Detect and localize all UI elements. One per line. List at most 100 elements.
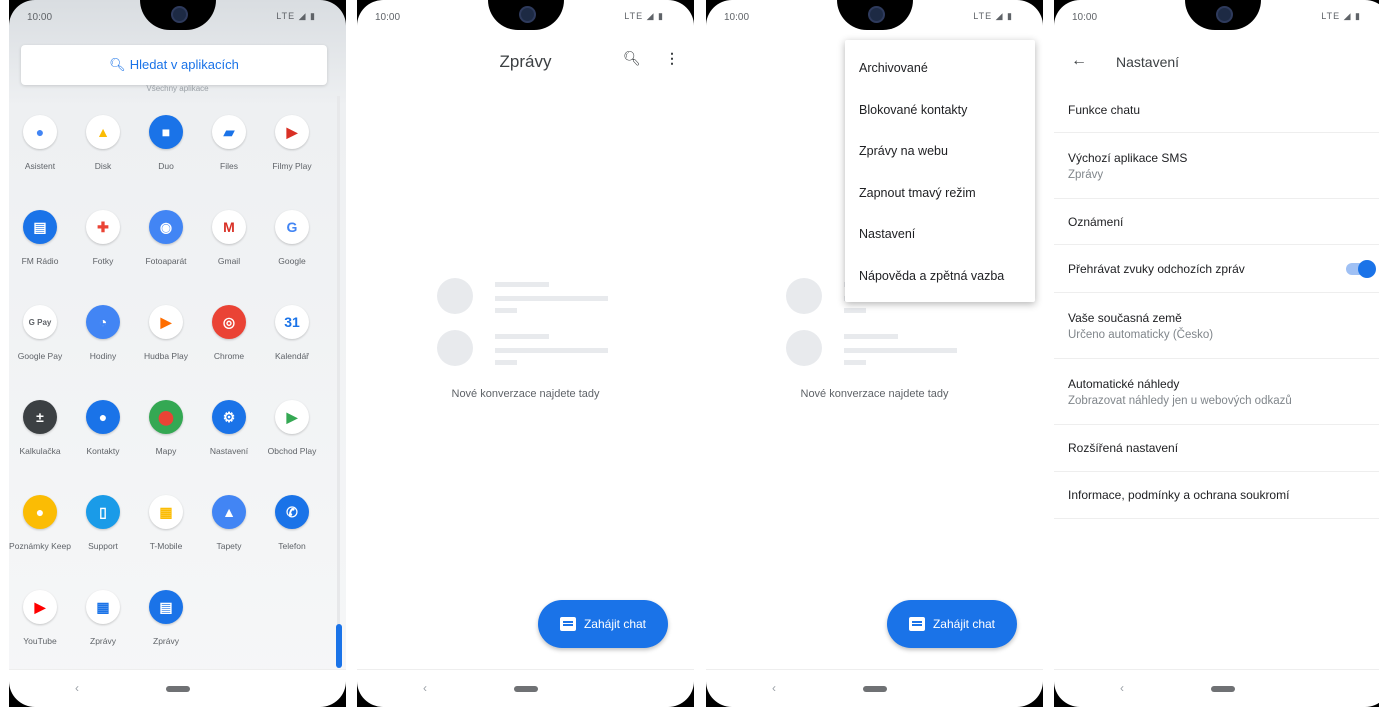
support-icon: ▯ [86, 495, 120, 529]
settings-row[interactable]: Přehrávat zvuky odchozích zpráv [1054, 245, 1379, 293]
all-apps-label: Všechny aplikace [146, 84, 209, 93]
app-keep[interactable]: ● Poznámky Keep [9, 495, 71, 552]
app-label: FM Rádio [21, 256, 59, 266]
app-search-bar[interactable]: 🔍︎ Hledat v aplikacích [21, 45, 327, 85]
app-google-pay[interactable]: G Pay Google Pay [9, 305, 71, 362]
home-pill[interactable] [1210, 686, 1235, 692]
app-messages-sim[interactable]: ▦ Zprávy [72, 590, 134, 647]
menu-item-messages-web[interactable]: Zprávy na webu [845, 131, 1035, 173]
settings-row[interactable]: Rozšířená nastavení [1054, 425, 1379, 472]
app-search-label: Hledat v aplikacích [129, 57, 239, 72]
empty-state-illustration [437, 278, 637, 368]
outgoing-sounds-toggle[interactable] [1346, 259, 1376, 278]
chat-icon [908, 617, 925, 631]
app-label: Telefon [278, 541, 306, 551]
app-settings[interactable]: ⚙ Nastavení [198, 400, 260, 457]
chrome-icon: ◎ [212, 305, 246, 339]
page-title: Zprávy [499, 52, 552, 71]
app-label: Nastavení [209, 446, 249, 456]
settings-row[interactable]: Informace, podmínky a ochrana soukromí [1054, 472, 1379, 519]
app-youtube[interactable]: ▶ YouTube [9, 590, 71, 647]
search-icon: 🔍︎ [109, 57, 126, 72]
app-contacts[interactable]: ● Kontakty [72, 400, 134, 457]
status-time: 10:00 [1072, 12, 1098, 23]
app-maps[interactable]: ⬤ Mapy [135, 400, 197, 457]
back-icon[interactable]: ‹ [423, 681, 427, 695]
settings-row[interactable]: Funkce chatu [1054, 88, 1379, 133]
menu-item-help-feedback[interactable]: Nápověda a zpětná vazba [845, 256, 1035, 298]
settings-row-title: Vaše současná země [1068, 310, 1182, 325]
app-fm-radio[interactable]: ▤ FM Rádio [9, 210, 71, 267]
app-phone[interactable]: ✆ Telefon [261, 495, 323, 552]
app-calendar[interactable]: 31 Kalendář [261, 305, 323, 362]
app-wallpapers[interactable]: ▲ Tapety [198, 495, 260, 552]
menu-item-dark-mode[interactable]: Zapnout tmavý režim [845, 173, 1035, 215]
empty-state-text: Nové konverzace najdete tady [800, 388, 949, 400]
app-play-store[interactable]: ▶ Obchod Play [261, 400, 323, 457]
back-icon[interactable]: ‹ [1120, 681, 1124, 695]
signal-icon: LTE ◢ ▮ [624, 11, 664, 21]
duo-icon: ■ [149, 115, 183, 149]
app-gmail[interactable]: M Gmail [198, 210, 260, 267]
search-icon[interactable]: 🔍︎ [623, 50, 641, 67]
wallpapers-icon: ▲ [212, 495, 246, 529]
settings-row-title: Funkce chatu [1068, 103, 1141, 117]
app-clock[interactable]: ◔ Hodiny [72, 305, 134, 362]
phone-screen-app-drawer: 10:00 LTE ◢ ▮ 🔍︎ Hledat v aplikacích Všec… [9, 0, 346, 707]
app-messages[interactable]: ▤ Zprávy [135, 590, 197, 647]
app-drive[interactable]: ▲ Disk [72, 115, 134, 172]
app-support[interactable]: ▯ Support [72, 495, 134, 552]
settings-row[interactable]: Výchozí aplikace SMS Zprávy [1054, 133, 1379, 199]
app-label: Zprávy [90, 636, 116, 646]
photos-icon: ✚ [86, 210, 120, 244]
back-icon[interactable]: ‹ [772, 681, 776, 695]
scrollbar-thumb[interactable] [336, 624, 342, 668]
app-files[interactable]: ▰ Files [198, 115, 260, 172]
settings-row[interactable]: Vaše současná země Určeno automaticky (Če… [1054, 293, 1379, 359]
drive-icon: ▲ [86, 115, 120, 149]
app-calculator[interactable]: ± Kalkulačka [9, 400, 71, 457]
app-play-music[interactable]: ▶ Hudba Play [135, 305, 197, 362]
app-camera[interactable]: ◉ Fotoaparát [135, 210, 197, 267]
settings-row-subtitle: Zprávy [1068, 168, 1104, 181]
app-label: Disk [94, 161, 112, 171]
settings-row[interactable]: Oznámení [1054, 199, 1379, 245]
assistant-icon: ● [23, 115, 57, 149]
play-store-icon: ▶ [275, 400, 309, 434]
phone-icon: ✆ [275, 495, 309, 529]
start-chat-button[interactable]: Zahájit chat [538, 600, 668, 648]
empty-state-text: Nové konverzace najdete tady [451, 388, 600, 400]
back-icon[interactable]: ‹ [75, 681, 79, 695]
settings-icon: ⚙ [212, 400, 246, 434]
more-options-icon[interactable]: ⋮ [665, 50, 679, 67]
app-photos[interactable]: ✚ Fotky [72, 210, 134, 267]
app-tmobile[interactable]: ▦ T-Mobile [135, 495, 197, 552]
menu-item-archived[interactable]: Archivované [845, 48, 1035, 90]
app-label: Hudba Play [144, 351, 188, 361]
messages-icon: ▤ [149, 590, 183, 624]
navigation-bar: ‹ [357, 669, 694, 707]
messages-sim-icon: ▦ [86, 590, 120, 624]
signal-icon: LTE ◢ ▮ [1321, 11, 1361, 21]
app-google[interactable]: G Google [261, 210, 323, 267]
app-play-movies[interactable]: ▶ Filmy Play [261, 115, 323, 172]
gmail-icon: M [212, 210, 246, 244]
app-assistant[interactable]: ● Asistent [9, 115, 71, 172]
menu-item-blocked-contacts[interactable]: Blokované kontakty [845, 90, 1035, 132]
contacts-icon: ● [86, 400, 120, 434]
app-label: Kontakty [86, 446, 120, 456]
maps-icon: ⬤ [149, 400, 183, 434]
app-label: Tapety [216, 541, 242, 551]
signal-icon: LTE ◢ ▮ [973, 11, 1013, 21]
app-chrome[interactable]: ◎ Chrome [198, 305, 260, 362]
chat-icon [559, 617, 576, 631]
settings-row[interactable]: Automatické náhledy Zobrazovat náhledy je… [1054, 359, 1379, 425]
home-pill[interactable] [862, 686, 887, 692]
start-chat-button[interactable]: Zahájit chat [887, 600, 1017, 648]
back-arrow-icon[interactable]: ← [1071, 52, 1087, 70]
menu-item-settings[interactable]: Nastavení [845, 214, 1035, 256]
home-pill[interactable] [165, 686, 190, 692]
app-duo[interactable]: ■ Duo [135, 115, 197, 172]
home-pill[interactable] [513, 686, 538, 692]
settings-row-title: Informace, podmínky a ochrana soukromí [1068, 488, 1290, 502]
